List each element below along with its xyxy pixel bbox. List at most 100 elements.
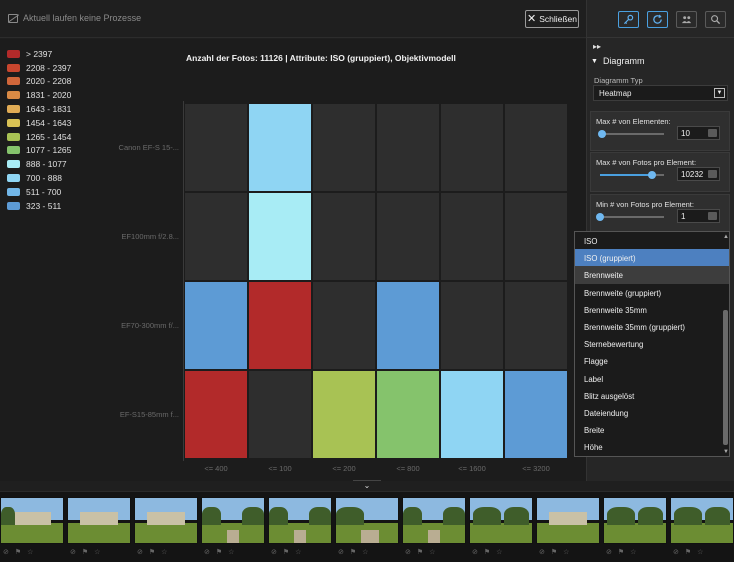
photo-thumbnail[interactable]	[402, 497, 466, 544]
dropdown-option[interactable]: Breite	[575, 421, 729, 438]
close-button[interactable]: ✕ Schließen	[525, 10, 579, 28]
heatmap-cell[interactable]	[184, 281, 248, 370]
photo-thumbnail[interactable]	[603, 497, 667, 544]
heatmap-cell[interactable]	[248, 103, 312, 192]
photo-thumbnail[interactable]	[0, 497, 64, 544]
photo-thumbnail[interactable]	[268, 497, 332, 544]
star-icon[interactable]: ☆	[27, 548, 33, 556]
heatmap-cell[interactable]	[440, 103, 504, 192]
dropdown-option[interactable]: Brennweite 35mm	[575, 301, 729, 318]
star-icon[interactable]: ☆	[697, 548, 703, 556]
flag-icon[interactable]: ⚑	[618, 548, 624, 556]
scroll-up-icon[interactable]: ▲	[723, 234, 729, 240]
reject-icon[interactable]: ⊘	[338, 548, 344, 556]
dropdown-option[interactable]: Label	[575, 370, 729, 387]
max-elements-slider-knob[interactable]	[597, 130, 606, 138]
star-icon[interactable]: ☆	[94, 548, 100, 556]
max-photos-input[interactable]: 10232	[677, 167, 720, 181]
heatmap-cell[interactable]	[312, 281, 376, 370]
heatmap-cell[interactable]	[504, 103, 568, 192]
heatmap-cell[interactable]	[504, 281, 568, 370]
flag-icon[interactable]: ⚑	[551, 548, 557, 556]
heatmap-cell[interactable]	[184, 192, 248, 281]
dropdown-option[interactable]: Brennweite 35mm (gruppiert)	[575, 318, 729, 335]
star-icon[interactable]: ☆	[563, 548, 569, 556]
heatmap-cell[interactable]	[248, 192, 312, 281]
flag-icon[interactable]: ⚑	[149, 548, 155, 556]
dropdown-option[interactable]: Brennweite	[575, 266, 729, 284]
dropdown-scrollbar[interactable]	[723, 310, 728, 445]
flag-icon[interactable]: ⚑	[82, 548, 88, 556]
star-icon[interactable]: ☆	[228, 548, 234, 556]
photo-thumbnail[interactable]	[670, 497, 734, 544]
max-photos-slider[interactable]	[600, 171, 664, 179]
photo-thumbnail[interactable]	[469, 497, 533, 544]
dropdown-option[interactable]: Sternebewertung	[575, 335, 729, 352]
heatmap-cell[interactable]	[312, 103, 376, 192]
scroll-down-icon[interactable]: ▼	[723, 449, 729, 455]
filmstrip-toggle[interactable]: ⌄	[353, 480, 381, 491]
reject-icon[interactable]: ⊘	[271, 548, 277, 556]
star-icon[interactable]: ☆	[161, 548, 167, 556]
dropdown-option[interactable]: Brennweite (gruppiert)	[575, 284, 729, 301]
key-button[interactable]	[618, 11, 639, 28]
heatmap-cell[interactable]	[248, 370, 312, 459]
heatmap-cell[interactable]	[440, 192, 504, 281]
photo-thumbnail[interactable]	[134, 497, 198, 544]
reject-icon[interactable]: ⊘	[405, 548, 411, 556]
heatmap-cell[interactable]	[504, 192, 568, 281]
diagram-section-header[interactable]: ▼ Diagramm	[591, 56, 644, 66]
heatmap-cell[interactable]	[376, 281, 440, 370]
zoom-button[interactable]	[705, 11, 726, 28]
heatmap-cell[interactable]	[376, 103, 440, 192]
users-button[interactable]	[676, 11, 697, 28]
reject-icon[interactable]: ⊘	[539, 548, 545, 556]
max-elements-slider[interactable]	[597, 130, 664, 138]
heatmap-cell[interactable]	[504, 370, 568, 459]
min-photos-input[interactable]: 1	[677, 209, 720, 223]
flag-icon[interactable]: ⚑	[484, 548, 490, 556]
reject-icon[interactable]: ⊘	[472, 548, 478, 556]
dropdown-option[interactable]: Flagge	[575, 352, 729, 369]
heatmap-cell[interactable]	[312, 192, 376, 281]
dropdown-option[interactable]: ISO (gruppiert)	[575, 249, 729, 267]
chart-type-select[interactable]: Heatmap ▼	[593, 85, 728, 101]
heatmap-cell[interactable]	[248, 281, 312, 370]
dropdown-option[interactable]: Blitz ausgelöst	[575, 387, 729, 404]
star-icon[interactable]: ☆	[496, 548, 502, 556]
star-icon[interactable]: ☆	[630, 548, 636, 556]
flag-icon[interactable]: ⚑	[417, 548, 423, 556]
reject-icon[interactable]: ⊘	[3, 548, 9, 556]
flag-icon[interactable]: ⚑	[216, 548, 222, 556]
star-icon[interactable]: ☆	[295, 548, 301, 556]
dropdown-option[interactable]: Höhe	[575, 438, 729, 455]
spinner-icon[interactable]	[708, 170, 717, 178]
min-photos-slider[interactable]	[596, 213, 664, 221]
heatmap-cell[interactable]	[440, 370, 504, 459]
max-elements-input[interactable]: 10	[677, 126, 720, 140]
dropdown-option[interactable]: Dateiendung	[575, 404, 729, 421]
heatmap-cell[interactable]	[312, 370, 376, 459]
photo-thumbnail[interactable]	[67, 497, 131, 544]
spinner-icon[interactable]	[708, 129, 717, 137]
photo-thumbnail[interactable]	[201, 497, 265, 544]
reject-icon[interactable]: ⊘	[606, 548, 612, 556]
collapse-panel-icon[interactable]: ▸▸	[593, 42, 601, 51]
photo-thumbnail[interactable]	[536, 497, 600, 544]
reject-icon[interactable]: ⊘	[673, 548, 679, 556]
photo-thumbnail[interactable]	[335, 497, 399, 544]
star-icon[interactable]: ☆	[429, 548, 435, 556]
max-photos-slider-knob[interactable]	[648, 171, 657, 179]
heatmap-cell[interactable]	[184, 370, 248, 459]
heatmap-cell[interactable]	[376, 192, 440, 281]
heatmap-cell[interactable]	[440, 281, 504, 370]
reject-icon[interactable]: ⊘	[70, 548, 76, 556]
flag-icon[interactable]: ⚑	[283, 548, 289, 556]
refresh-button[interactable]	[647, 11, 668, 28]
heatmap-cell[interactable]	[184, 103, 248, 192]
flag-icon[interactable]: ⚑	[350, 548, 356, 556]
reject-icon[interactable]: ⊘	[137, 548, 143, 556]
flag-icon[interactable]: ⚑	[685, 548, 691, 556]
min-photos-slider-knob[interactable]	[596, 213, 604, 221]
flag-icon[interactable]: ⚑	[15, 548, 21, 556]
